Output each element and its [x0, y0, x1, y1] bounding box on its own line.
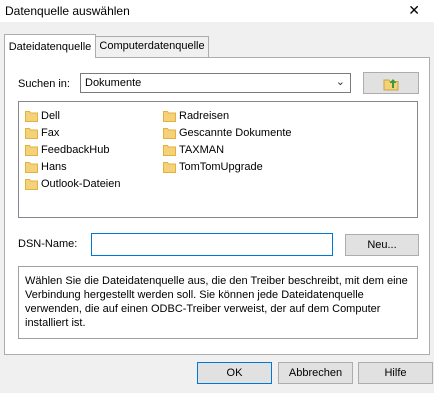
help-button[interactable]: Hilfe	[358, 362, 433, 384]
folder-icon	[25, 162, 38, 173]
file-name: TAXMAN	[179, 144, 225, 156]
dsn-label: DSN-Name:	[18, 238, 78, 250]
folder-icon	[163, 162, 176, 173]
dsn-name-input[interactable]	[91, 233, 333, 256]
file-list: Dell Fax FeedbackHub Hans Outlook-Dateie…	[18, 101, 418, 218]
tab-computerdatenquelle[interactable]: Computerdatenquelle	[95, 36, 209, 57]
file-name: FeedbackHub	[41, 144, 110, 156]
folder-up-button[interactable]	[363, 72, 419, 94]
window-title: Datenquelle auswählen	[5, 4, 130, 18]
location-value: Dokumente	[85, 77, 142, 89]
tab-panel: Suchen in: Dokumente ⌄ Dell Fax Feedback…	[4, 57, 430, 355]
tab-dateidatenquelle[interactable]: Dateidatenquelle	[4, 34, 96, 58]
folder-icon	[163, 111, 176, 122]
folder-icon	[25, 128, 38, 139]
new-button[interactable]: Neu...	[345, 234, 419, 256]
file-name: Dell	[41, 110, 60, 122]
file-name: Fax	[41, 127, 60, 139]
folder-up-icon	[383, 79, 399, 91]
folder-icon	[163, 128, 176, 139]
close-icon[interactable]: ✕	[408, 2, 420, 18]
search-label: Suchen in:	[18, 78, 70, 90]
file-name: Gescannte Dokumente	[179, 127, 292, 139]
title-bar: Datenquelle auswählen ✕	[0, 0, 434, 22]
description-text: Wählen Sie die Dateidatenquelle aus, die…	[18, 266, 418, 339]
file-name: TomTomUpgrade	[179, 161, 263, 173]
cancel-button[interactable]: Abbrechen	[278, 362, 353, 384]
folder-icon	[163, 145, 176, 156]
ok-button[interactable]: OK	[197, 362, 272, 384]
folder-icon	[25, 111, 38, 122]
file-name: Hans	[41, 161, 67, 173]
file-name: Radreisen	[179, 110, 230, 122]
location-combobox[interactable]: Dokumente ⌄	[80, 73, 351, 93]
folder-icon	[25, 145, 38, 156]
folder-icon	[25, 179, 38, 190]
chevron-down-icon[interactable]: ⌄	[336, 75, 345, 88]
file-name: Outlook-Dateien	[41, 178, 121, 190]
